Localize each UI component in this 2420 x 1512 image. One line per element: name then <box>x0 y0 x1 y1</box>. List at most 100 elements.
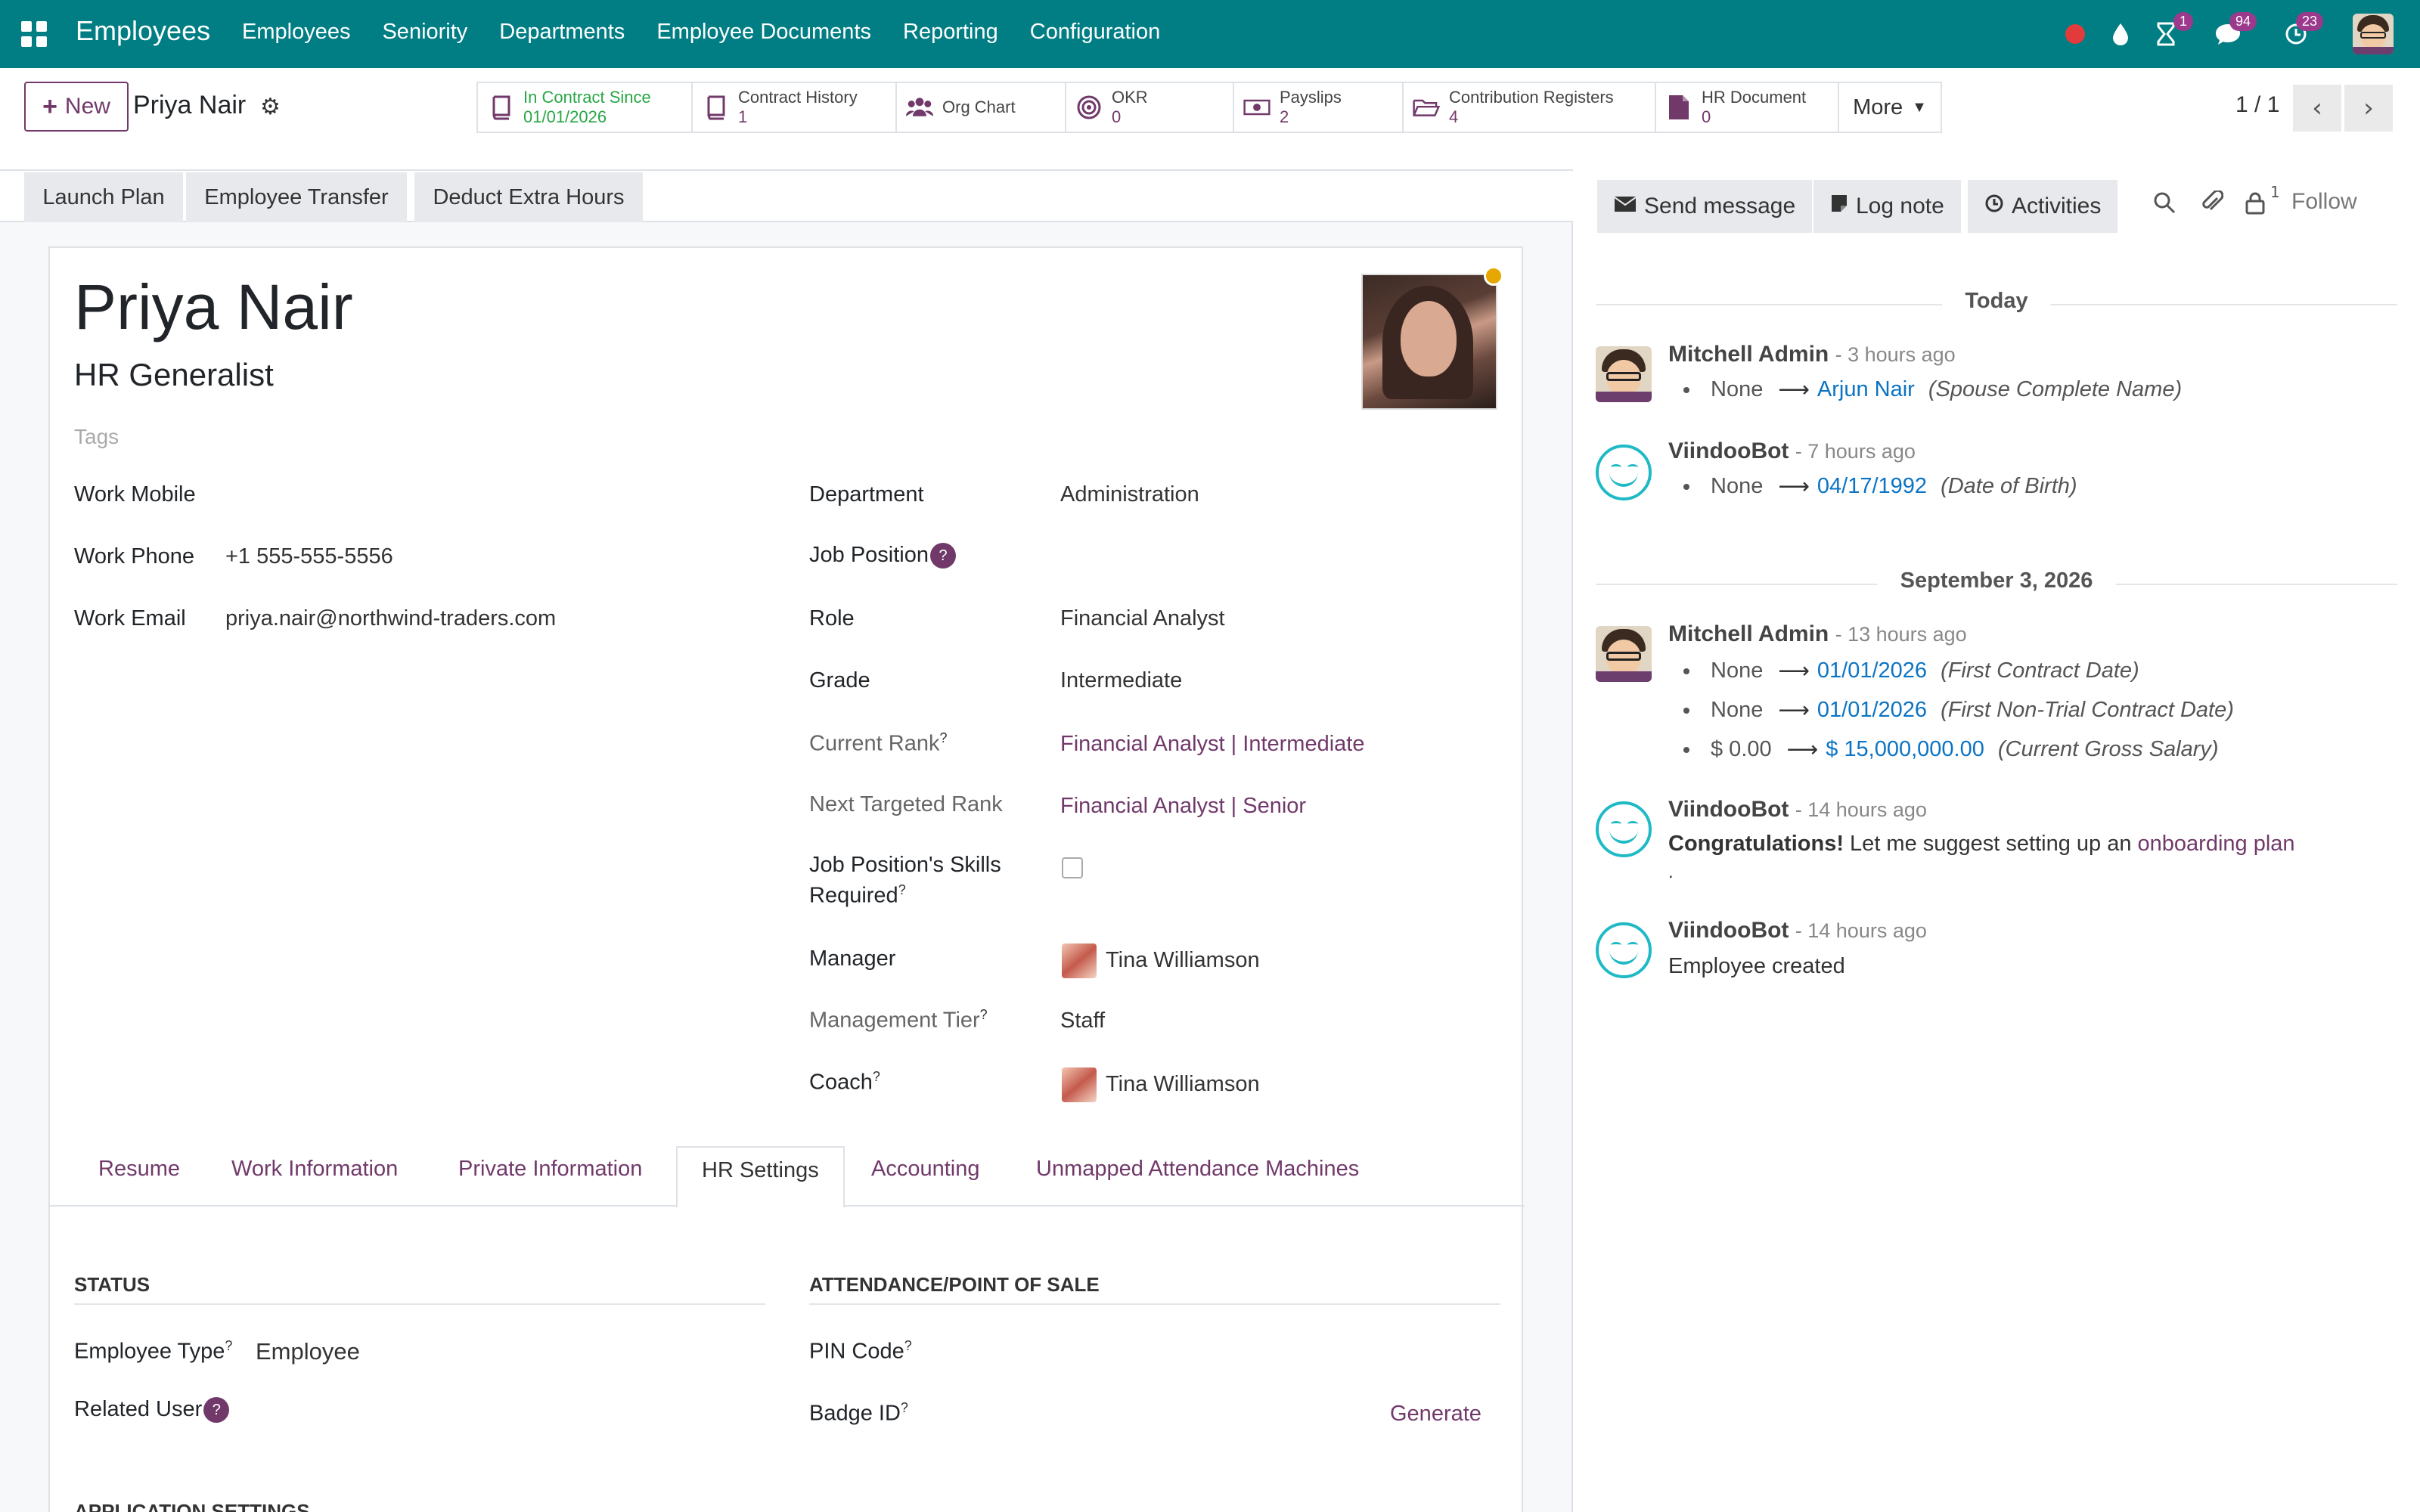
message-author[interactable]: ViindooBot - 14 hours ago <box>1668 918 1927 943</box>
menu-employee-documents[interactable]: Employee Documents <box>656 20 871 45</box>
skills-required-label: Job Position's Skills Required? <box>809 853 1001 908</box>
smart-button-in-contract[interactable]: In Contract Since 01/01/2026 <box>476 82 693 133</box>
smart-button-contribution-registers[interactable]: Contribution Registers 4 <box>1404 82 1656 133</box>
gear-icon[interactable]: ⚙ <box>260 94 281 120</box>
smart-label: In Contract Since <box>523 88 651 107</box>
status-dot-icon[interactable] <box>2062 14 2089 54</box>
menu-configuration[interactable]: Configuration <box>1030 20 1161 45</box>
smart-button-contract-history[interactable]: Contract History 1 <box>693 82 897 133</box>
search-icon[interactable] <box>2152 191 2176 221</box>
role-field[interactable]: Financial Analyst <box>1060 606 1225 631</box>
app-brand[interactable]: Employees <box>76 15 210 47</box>
tracking-line: None ⟶ Arjun Nair (Spouse Complete Name) <box>1668 376 2182 403</box>
message-author[interactable]: Mitchell Admin - 13 hours ago <box>1668 621 1967 647</box>
user-avatar[interactable] <box>2352 14 2394 54</box>
activity-hourglass-icon[interactable]: 1 <box>2151 12 2193 54</box>
employee-job-title[interactable]: HR Generalist <box>74 357 274 393</box>
smart-label: Contract History <box>738 88 858 107</box>
more-button[interactable]: More ▼ <box>1839 82 1942 133</box>
menu-reporting[interactable]: Reporting <box>903 20 998 45</box>
employee-photo[interactable] <box>1361 274 1497 410</box>
bot-avatar[interactable] <box>1596 801 1652 857</box>
smart-value: 2 <box>1280 107 1289 126</box>
manager-field[interactable]: Tina Williamson <box>1106 948 1260 973</box>
employee-type-field[interactable]: Employee <box>256 1338 360 1365</box>
pager-next-button[interactable]: › <box>2344 85 2393 132</box>
tracking-new-value: Arjun Nair <box>1817 377 1915 401</box>
smart-button-payslips[interactable]: Payslips 2 <box>1234 82 1404 133</box>
tracking-new-value: $ 15,000,000.00 <box>1826 737 1984 761</box>
launch-plan-button[interactable]: Launch Plan <box>24 172 183 222</box>
skills-required-label-line2: Required <box>809 883 898 908</box>
new-button[interactable]: + New <box>24 82 129 132</box>
menu-departments[interactable]: Departments <box>499 20 625 45</box>
water-drop-icon[interactable] <box>2105 14 2136 54</box>
work-email-label: Work Email <box>74 606 186 631</box>
message-author[interactable]: ViindooBot - 7 hours ago <box>1668 438 1916 464</box>
paperclip-icon[interactable] <box>2201 189 2224 221</box>
grade-field[interactable]: Intermediate <box>1060 668 1182 693</box>
employee-name[interactable]: Priya Nair <box>74 271 353 344</box>
menu-employees[interactable]: Employees <box>242 20 350 45</box>
caret-down-icon: ▼ <box>1912 98 1927 116</box>
tracking-old-value: None <box>1711 474 1764 498</box>
smart-label: Org Chart <box>942 98 1016 116</box>
author-avatar[interactable] <box>1596 346 1652 402</box>
onboarding-plan-link[interactable]: onboarding plan <box>2138 832 2295 856</box>
bot-avatar[interactable] <box>1596 445 1652 500</box>
help-icon[interactable]: ? <box>203 1397 230 1423</box>
work-email-field[interactable]: priya.nair@northwind-traders.com <box>225 606 556 631</box>
management-tier-field[interactable]: Staff <box>1060 1009 1105 1033</box>
tracking-line: None ⟶ 04/17/1992 (Date of Birth) <box>1668 473 2077 500</box>
smart-button-org-chart[interactable]: Org Chart <box>897 82 1066 133</box>
current-rank-link[interactable]: Financial Analyst | Intermediate <box>1060 732 1364 757</box>
smart-button-okr[interactable]: OKR 0 <box>1066 82 1234 133</box>
tab-resume[interactable]: Resume <box>98 1157 180 1182</box>
smart-button-hr-document[interactable]: HR Document 0 <box>1656 82 1839 133</box>
generate-badge-button[interactable]: Generate <box>1390 1402 1481 1427</box>
activity-count-badge: 1 <box>2173 12 2193 31</box>
help-icon[interactable]: ? <box>930 543 956 569</box>
clock-icon[interactable]: 23 <box>2281 12 2323 54</box>
menu-seniority[interactable]: Seniority <box>382 20 467 45</box>
work-mobile-label: Work Mobile <box>74 482 196 507</box>
employee-type-label-text: Employee Type <box>74 1339 225 1364</box>
department-field[interactable]: Administration <box>1060 482 1199 507</box>
apps-menu-icon[interactable] <box>21 21 47 47</box>
message-author[interactable]: Mitchell Admin - 3 hours ago <box>1668 342 1956 367</box>
chevron-right-icon: › <box>2363 93 2374 123</box>
tags-input[interactable]: Tags <box>74 425 119 449</box>
pager-previous-button[interactable]: ‹ <box>2293 85 2341 132</box>
work-phone-field[interactable]: +1 555-555-5556 <box>225 544 393 569</box>
author-avatar[interactable] <box>1596 626 1652 682</box>
messages-icon[interactable]: 94 <box>2211 12 2257 54</box>
deduct-extra-hours-button[interactable]: Deduct Extra Hours <box>414 172 643 222</box>
tab-private-information[interactable]: Private Information <box>458 1157 642 1182</box>
skills-required-checkbox[interactable] <box>1062 857 1083 878</box>
book-icon <box>487 94 514 121</box>
followers-lock-icon[interactable]: 1 <box>2245 183 2280 221</box>
job-position-label: Job Position? <box>809 543 956 569</box>
badge-id-label: Badge ID? <box>809 1400 908 1426</box>
tab-hr-settings[interactable]: HR Settings <box>676 1146 845 1208</box>
tab-accounting[interactable]: Accounting <box>871 1157 980 1182</box>
next-targeted-rank-link[interactable]: Financial Analyst | Senior <box>1060 794 1306 819</box>
tab-unmapped-attendance-machines[interactable]: Unmapped Attendance Machines <box>1036 1157 1359 1182</box>
chatter-panel: Send message Log note Activities 1 Follo… <box>1573 169 2420 1512</box>
tab-work-information[interactable]: Work Information <box>231 1157 398 1182</box>
arrow-right-icon: ⟶ <box>1778 475 1810 499</box>
follow-button[interactable]: Follow <box>2291 189 2357 215</box>
related-user-label: Related User? <box>74 1397 230 1423</box>
employee-transfer-button[interactable]: Employee Transfer <box>186 172 407 222</box>
bot-avatar[interactable] <box>1596 922 1652 978</box>
management-tier-label-text: Management Tier <box>809 1008 980 1033</box>
smart-label: HR Document <box>1702 88 1807 107</box>
coach-field[interactable]: Tina Williamson <box>1106 1072 1260 1097</box>
activities-label: Activities <box>2012 194 2102 218</box>
log-note-button[interactable]: Log note <box>1813 180 1961 233</box>
send-message-button[interactable]: Send message <box>1597 180 1813 233</box>
pager-value[interactable]: 1 / 1 <box>2235 92 2279 118</box>
activities-button[interactable]: Activities <box>1968 180 2118 233</box>
message-author[interactable]: ViindooBot - 14 hours ago <box>1668 797 1927 823</box>
breadcrumb: Priya Nair <box>133 91 247 119</box>
